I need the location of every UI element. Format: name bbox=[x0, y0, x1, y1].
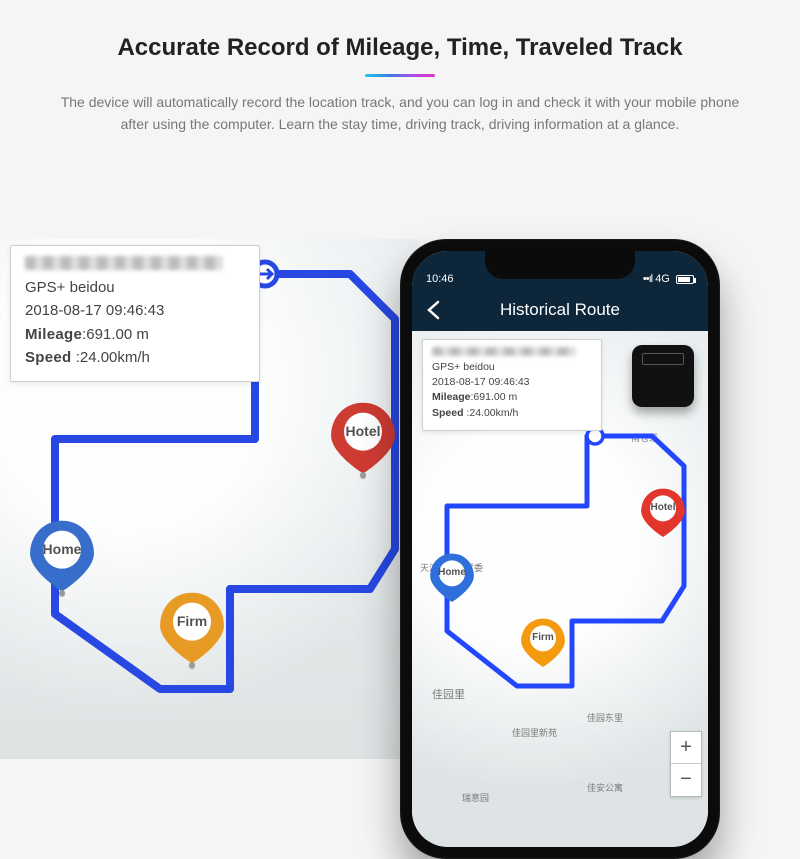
status-network: ••ıl 4G bbox=[643, 273, 694, 285]
page-description: The device will automatically record the… bbox=[50, 91, 750, 136]
pin-label: Hotel bbox=[651, 502, 676, 513]
tracker-device-image bbox=[632, 345, 694, 407]
tracking-info-card: GPS+ beidou 2018-08-17 09:46:43 Mileage:… bbox=[10, 245, 260, 382]
pin-hotel-phone: Hotel bbox=[637, 486, 689, 538]
pin-label: Firm bbox=[532, 632, 554, 643]
positioning-row: GPS+ beidou bbox=[25, 276, 245, 299]
pin-hotel-label: Hotel bbox=[346, 423, 381, 439]
phone-frame: 10:46 ••ıl 4G Historical Route 南仓道 天津市人大… bbox=[400, 239, 720, 859]
back-button[interactable] bbox=[412, 289, 454, 331]
timestamp-row: 2018-08-17 09:46:43 bbox=[432, 375, 592, 390]
speed-row: Speed :24.00km/h bbox=[25, 346, 245, 369]
map-panel-large: GPS+ beidou 2018-08-17 09:46:43 Mileage:… bbox=[0, 239, 420, 759]
blurred-heading bbox=[25, 256, 223, 270]
speed-row: Speed :24.00km/h bbox=[432, 406, 592, 421]
zoom-control: + − bbox=[670, 731, 702, 797]
phone-screen: 10:46 ••ıl 4G Historical Route 南仓道 天津市人大… bbox=[412, 251, 708, 847]
battery-icon bbox=[676, 275, 694, 284]
pin-firm-label: Firm bbox=[177, 613, 207, 629]
page-title: Accurate Record of Mileage, Time, Travel… bbox=[0, 34, 800, 62]
pin-firm-phone: Firm bbox=[517, 616, 569, 668]
phone-notch bbox=[485, 251, 635, 279]
positioning-row: GPS+ beidou bbox=[432, 360, 592, 375]
pin-home-phone: Home bbox=[426, 551, 478, 603]
mileage-row: Mileage:691.00 m bbox=[25, 323, 245, 346]
pin-firm: Firm bbox=[154, 589, 230, 665]
pin-label: Home bbox=[438, 567, 466, 578]
map-panel-phone[interactable]: 南仓道 天津市人大常委 佳园里 佳园里新苑 佳园东里 瑞意园 佳安公寓 GPS+… bbox=[412, 331, 708, 847]
app-bar: Historical Route bbox=[412, 289, 708, 331]
blurred-heading bbox=[432, 347, 576, 356]
timestamp-row: 2018-08-17 09:46:43 bbox=[25, 299, 245, 322]
accent-underline bbox=[365, 74, 435, 77]
status-time: 10:46 bbox=[426, 273, 454, 285]
zoom-in-button[interactable]: + bbox=[671, 732, 701, 764]
chevron-left-icon bbox=[426, 300, 440, 320]
tracking-info-card-phone: GPS+ beidou 2018-08-17 09:46:43 Mileage:… bbox=[422, 339, 602, 431]
pin-home-label: Home bbox=[43, 541, 82, 557]
zoom-out-button[interactable]: − bbox=[671, 764, 701, 796]
pin-home: Home bbox=[24, 517, 100, 593]
app-bar-title: Historical Route bbox=[454, 300, 708, 320]
pin-hotel: Hotel bbox=[325, 399, 401, 475]
mileage-row: Mileage:691.00 m bbox=[432, 390, 592, 405]
